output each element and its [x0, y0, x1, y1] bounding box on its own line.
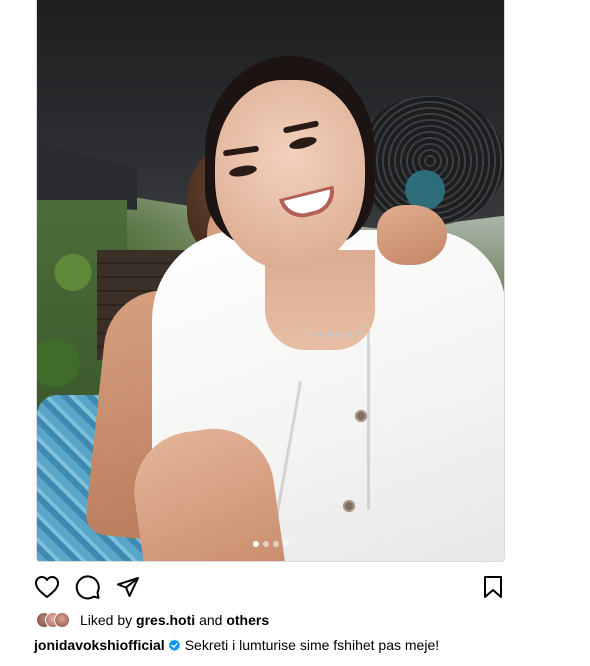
post-caption: jonidavokshiofficial Sekreti i lumturise…	[34, 637, 439, 653]
carousel-dot	[262, 541, 269, 547]
caption-text: Sekreti i lumturise sime fshihet pas mej…	[184, 637, 440, 653]
carousel-dot	[282, 541, 289, 547]
likes-others-link[interactable]: others	[226, 612, 269, 628]
post-actions	[33, 573, 505, 601]
comment-button[interactable]	[74, 573, 102, 601]
carousel-dot	[272, 541, 279, 547]
carousel-indicator	[37, 541, 504, 547]
post-photo	[37, 0, 504, 561]
likes-connector: and	[199, 612, 223, 628]
instagram-post: Liked by gres.hoti and others jonidavoks…	[0, 0, 590, 666]
verified-badge-icon	[168, 639, 181, 652]
likes-prefix: Liked by	[80, 612, 133, 628]
shirt-placket	[367, 330, 370, 510]
like-button[interactable]	[33, 573, 61, 601]
fan-hub	[405, 170, 445, 210]
liker-username[interactable]: gres.hoti	[136, 612, 195, 628]
avatar	[54, 612, 70, 628]
necklace	[299, 318, 369, 337]
bookmark-icon	[484, 576, 502, 598]
share-button[interactable]	[114, 573, 142, 601]
carousel-dot	[252, 541, 259, 547]
comment-icon	[75, 575, 100, 600]
liker-avatars[interactable]	[36, 612, 76, 628]
child-hand	[377, 205, 447, 265]
shirt-button	[355, 410, 367, 422]
send-icon	[117, 577, 139, 597]
save-button[interactable]	[479, 573, 507, 601]
likes-summary: Liked by gres.hoti and others	[36, 611, 269, 629]
shirt-button	[343, 500, 355, 512]
caption-username[interactable]: jonidavokshiofficial	[34, 637, 165, 653]
heart-icon	[35, 576, 59, 598]
post-media[interactable]	[36, 0, 505, 562]
